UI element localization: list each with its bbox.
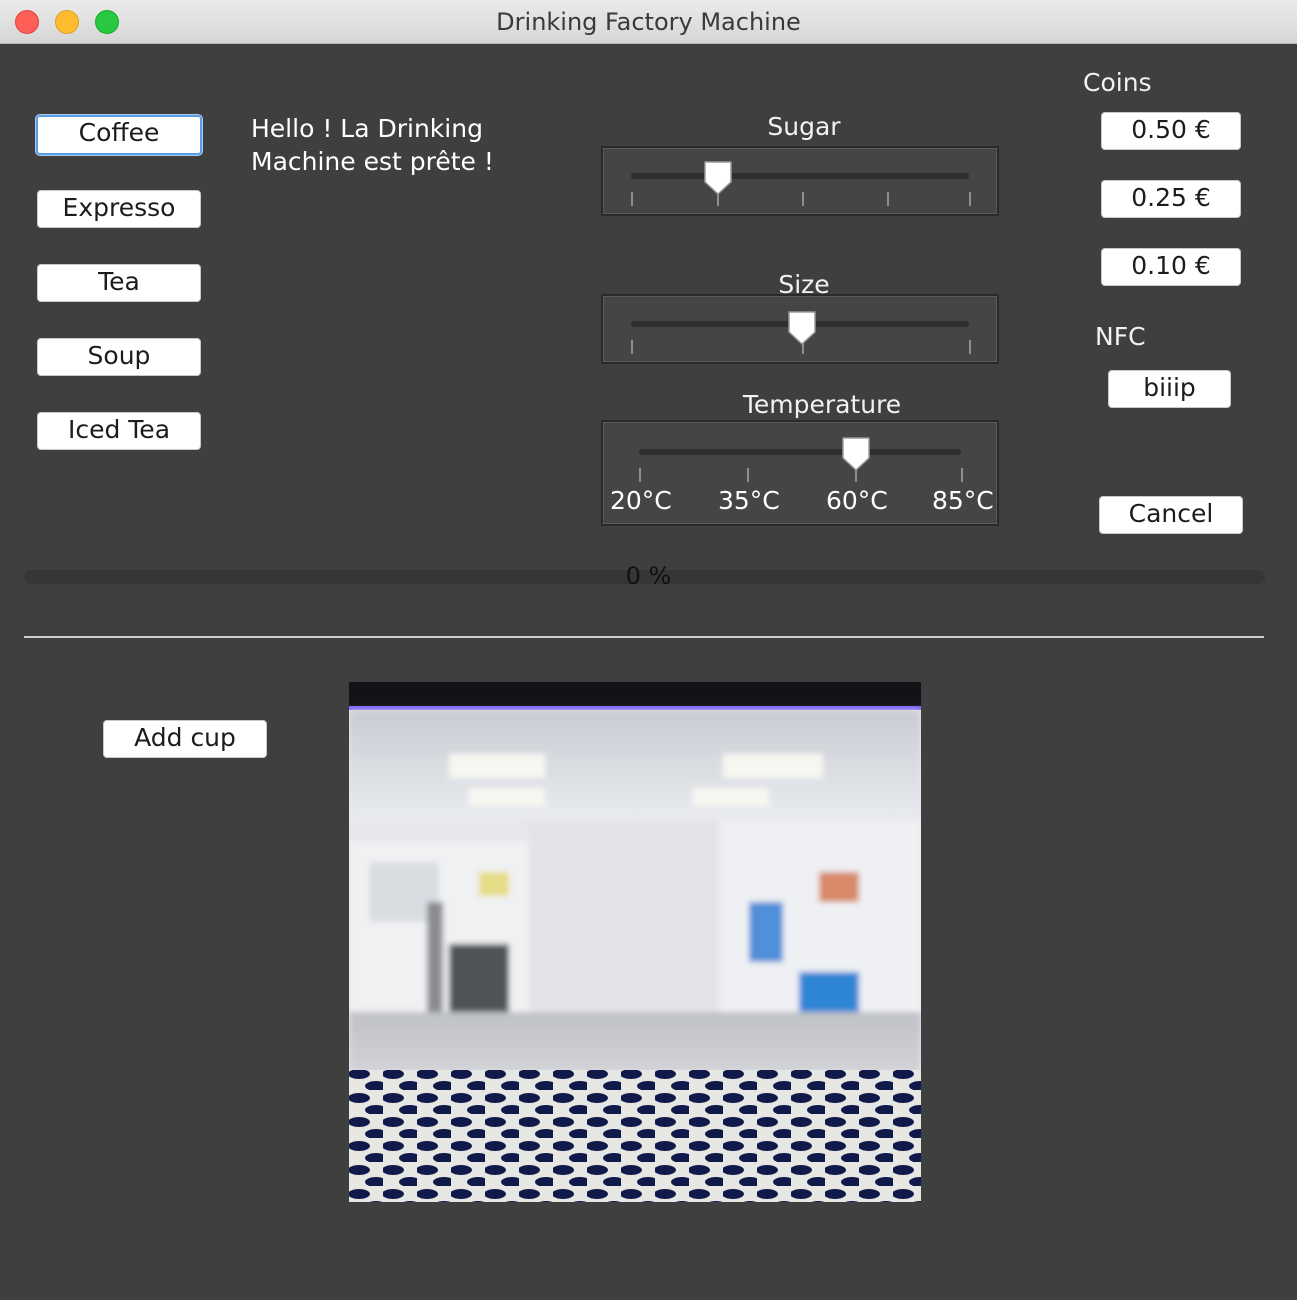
temperature-tick-label: 20°C bbox=[610, 486, 672, 515]
add-cup-button[interactable]: Add cup bbox=[103, 720, 267, 758]
coin-10-button[interactable]: 0.10 € bbox=[1101, 248, 1241, 286]
coin-25-button[interactable]: 0.25 € bbox=[1101, 180, 1241, 218]
tea-button[interactable]: Tea bbox=[37, 264, 201, 302]
coin-50-button[interactable]: 0.50 € bbox=[1101, 112, 1241, 150]
sugar-slider-thumb[interactable] bbox=[702, 159, 734, 197]
progress-text: 0 % bbox=[625, 562, 672, 590]
expresso-button[interactable]: Expresso bbox=[37, 190, 201, 228]
temperature-tick bbox=[961, 468, 963, 482]
nfc-biiip-button[interactable]: biiip bbox=[1108, 370, 1231, 408]
size-tick bbox=[631, 340, 633, 354]
cancel-button[interactable]: Cancel bbox=[1099, 496, 1243, 534]
coffee-button[interactable]: Coffee bbox=[36, 115, 202, 155]
size-slider-thumb[interactable] bbox=[786, 309, 818, 347]
size-slider[interactable] bbox=[601, 294, 999, 364]
nfc-label: NFC bbox=[1095, 322, 1146, 351]
size-tick bbox=[969, 340, 971, 354]
temperature-tick bbox=[747, 468, 749, 482]
temperature-label: Temperature bbox=[742, 390, 902, 419]
coins-label: Coins bbox=[1083, 68, 1152, 97]
separator bbox=[24, 636, 1264, 638]
temperature-slider-thumb[interactable] bbox=[840, 435, 872, 473]
temperature-tick-label: 85°C bbox=[932, 486, 994, 515]
sugar-slider-track bbox=[631, 173, 969, 179]
temperature-tick-label: 35°C bbox=[718, 486, 780, 515]
status-message: Hello ! La Drinking Machine est prête ! bbox=[251, 112, 581, 178]
machine-interior-image bbox=[349, 682, 921, 1202]
sugar-tick bbox=[969, 192, 971, 206]
temperature-slider-track bbox=[639, 449, 961, 455]
temperature-tick bbox=[639, 468, 641, 482]
sugar-tick bbox=[887, 192, 889, 206]
soup-button[interactable]: Soup bbox=[37, 338, 201, 376]
machine-camera-view bbox=[349, 682, 921, 1202]
sugar-slider[interactable] bbox=[601, 146, 999, 216]
sugar-tick bbox=[802, 192, 804, 206]
iced-tea-button[interactable]: Iced Tea bbox=[37, 412, 201, 450]
temperature-slider[interactable]: 20°C 35°C 60°C 85°C bbox=[601, 420, 999, 526]
sugar-tick bbox=[631, 192, 633, 206]
temperature-tick-label: 60°C bbox=[826, 486, 888, 515]
status-message-line-2: Machine est prête ! bbox=[251, 147, 494, 176]
window-title: Drinking Factory Machine bbox=[496, 8, 801, 36]
title-bar: Drinking Factory Machine bbox=[0, 0, 1297, 44]
sugar-label: Sugar bbox=[767, 112, 841, 141]
status-message-line-1: Hello ! La Drinking bbox=[251, 114, 483, 143]
